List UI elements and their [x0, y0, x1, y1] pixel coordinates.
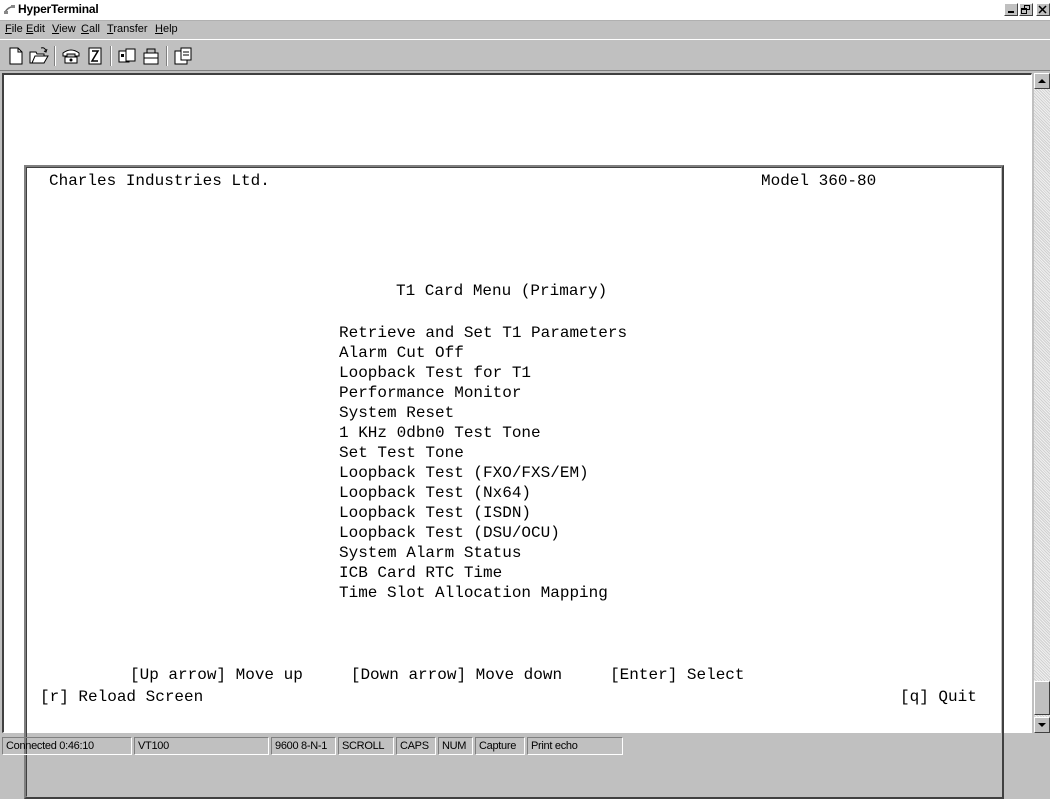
menu-option[interactable]: Performance Monitor: [339, 383, 521, 403]
scroll-up-button[interactable]: [1034, 73, 1050, 89]
menu-help[interactable]: Help: [155, 23, 178, 35]
menu-bar: File Edit View Call Transfer Help: [0, 20, 1050, 39]
menu-option[interactable]: Time Slot Allocation Mapping: [339, 583, 608, 603]
phone-disconnect-icon: [88, 47, 102, 65]
toolbar-separator: [166, 46, 168, 66]
status-connected: Connected 0:46:10: [2, 737, 132, 755]
window-title: HyperTerminal: [18, 2, 99, 16]
new-button[interactable]: [5, 45, 27, 67]
disconnect-button[interactable]: [84, 45, 106, 67]
properties-button[interactable]: [172, 45, 194, 67]
toolbar-separator: [110, 46, 112, 66]
open-button[interactable]: [28, 45, 50, 67]
reload-screen-hint: [r] Reload Screen: [40, 688, 204, 706]
open-icon: [29, 47, 49, 64]
receive-button[interactable]: [140, 45, 162, 67]
menu-option[interactable]: Alarm Cut Off: [339, 343, 464, 363]
status-print-echo: Print echo: [527, 737, 623, 755]
menu-option[interactable]: System Reset: [339, 403, 454, 423]
connect-button[interactable]: [60, 45, 82, 67]
menu-transfer[interactable]: Transfer: [107, 23, 148, 35]
scroll-down-button[interactable]: [1034, 717, 1050, 733]
restore-icon: [1021, 5, 1030, 14]
menu-option[interactable]: 1 KHz 0dbn0 Test Tone: [339, 423, 541, 443]
close-icon: [1038, 5, 1047, 14]
status-num: NUM: [438, 737, 473, 755]
scroll-down-icon: [1038, 723, 1046, 727]
menu-file[interactable]: File: [5, 23, 23, 35]
receive-file-icon: [143, 48, 159, 65]
menu-option[interactable]: Loopback Test (FXO/FXS/EM): [339, 463, 589, 483]
status-bar: Connected 0:46:10 VT100 9600 8-N-1 SCROL…: [0, 735, 1050, 757]
toolbar-separator: [54, 46, 56, 66]
scroll-up-icon: [1038, 79, 1046, 83]
send-file-icon: [118, 48, 136, 63]
menu-option[interactable]: Loopback Test (Nx64): [339, 483, 531, 503]
company-name: Charles Industries Ltd.: [49, 172, 270, 190]
status-capture: Capture: [475, 737, 525, 755]
menu-option[interactable]: Loopback Test for T1: [339, 363, 531, 383]
menu-option[interactable]: System Alarm Status: [339, 543, 521, 563]
status-scroll: SCROLL: [338, 737, 394, 755]
minimize-icon: [1008, 11, 1014, 13]
phone-connect-icon: [62, 49, 80, 64]
minimize-button[interactable]: [1004, 3, 1018, 16]
status-emulation: VT100: [134, 737, 269, 755]
hyperterminal-window: HyperTerminal File Edit View Call Transf…: [0, 0, 1050, 799]
status-caps: CAPS: [396, 737, 436, 755]
menu-option[interactable]: Retrieve and Set T1 Parameters: [339, 323, 627, 343]
send-button[interactable]: [116, 45, 138, 67]
model-label: Model 360-80: [761, 172, 877, 190]
vertical-scrollbar[interactable]: [1034, 73, 1050, 733]
scroll-thumb[interactable]: [1034, 681, 1050, 715]
properties-icon: [174, 47, 192, 65]
terminal-screen-frame: Charles Industries Ltd. Model 360-80 T1 …: [24, 165, 1004, 799]
status-port-settings: 9600 8-N-1: [271, 737, 336, 755]
menu-option[interactable]: ICB Card RTC Time: [339, 563, 502, 583]
toolbar: [0, 39, 1050, 71]
close-button[interactable]: [1036, 3, 1050, 16]
menu-option[interactable]: Set Test Tone: [339, 443, 464, 463]
menu-option[interactable]: Loopback Test (DSU/OCU): [339, 523, 560, 543]
key-help-line: [Up arrow] Move up [Down arrow] Move dow…: [130, 666, 745, 684]
app-phone-icon: [3, 3, 16, 16]
title-bar[interactable]: HyperTerminal: [0, 0, 1050, 21]
menu-call[interactable]: Call: [81, 23, 100, 35]
maximize-button[interactable]: [1019, 3, 1033, 16]
menu-option[interactable]: Loopback Test (ISDN): [339, 503, 531, 523]
new-icon: [9, 47, 23, 65]
menu-view[interactable]: View: [52, 23, 76, 35]
quit-hint: [q] Quit: [900, 688, 977, 706]
menu-title: T1 Card Menu (Primary): [396, 282, 608, 300]
terminal-area[interactable]: Charles Industries Ltd. Model 360-80 T1 …: [2, 73, 1032, 799]
menu-edit[interactable]: Edit: [26, 23, 45, 35]
